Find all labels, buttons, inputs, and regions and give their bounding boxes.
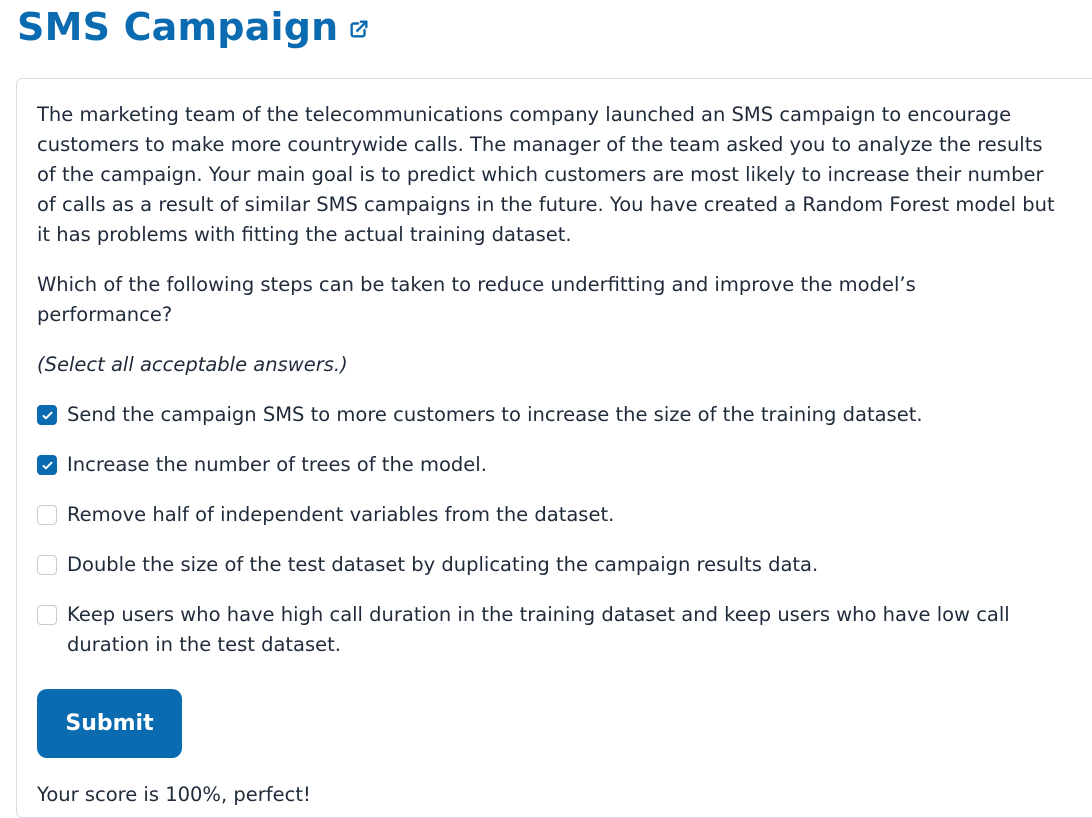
answer-option-label: Keep users who have high call duration i… [67,603,1010,656]
question-prompt: Which of the following steps can be take… [37,273,916,326]
answer-option-label: Increase the number of trees of the mode… [67,453,487,476]
answer-option[interactable]: Double the size of the test dataset by d… [37,550,1057,580]
submit-button[interactable]: Submit [37,689,182,758]
score-text: Your score is 100%, perfect! [37,783,311,806]
checkmark-icon [41,411,53,419]
question-content: The marketing team of the telecommunicat… [37,100,1057,680]
selection-hint: (Select all acceptable answers.) [37,353,348,376]
page-title: SMS Campaign [17,5,339,49]
answer-option-label: Double the size of the test dataset by d… [67,553,819,576]
checkbox-checked[interactable] [37,455,57,475]
answer-option[interactable]: Send the campaign SMS to more customers … [37,400,1057,430]
answer-option-label: Send the campaign SMS to more customers … [67,403,923,426]
checkbox-unchecked[interactable] [37,555,57,575]
title-row: SMS Campaign [17,8,370,46]
checkbox-unchecked[interactable] [37,605,57,625]
answer-options: Send the campaign SMS to more customers … [37,400,1057,660]
external-link-icon[interactable] [348,18,370,40]
checkbox-unchecked[interactable] [37,505,57,525]
checkbox-checked[interactable] [37,405,57,425]
answer-option[interactable]: Keep users who have high call duration i… [37,600,1057,660]
answer-option[interactable]: Increase the number of trees of the mode… [37,450,1057,480]
answer-option[interactable]: Remove half of independent variables fro… [37,500,1057,530]
question-description: The marketing team of the telecommunicat… [37,103,1055,246]
checkmark-icon [41,461,53,469]
answer-option-label: Remove half of independent variables fro… [67,503,615,526]
